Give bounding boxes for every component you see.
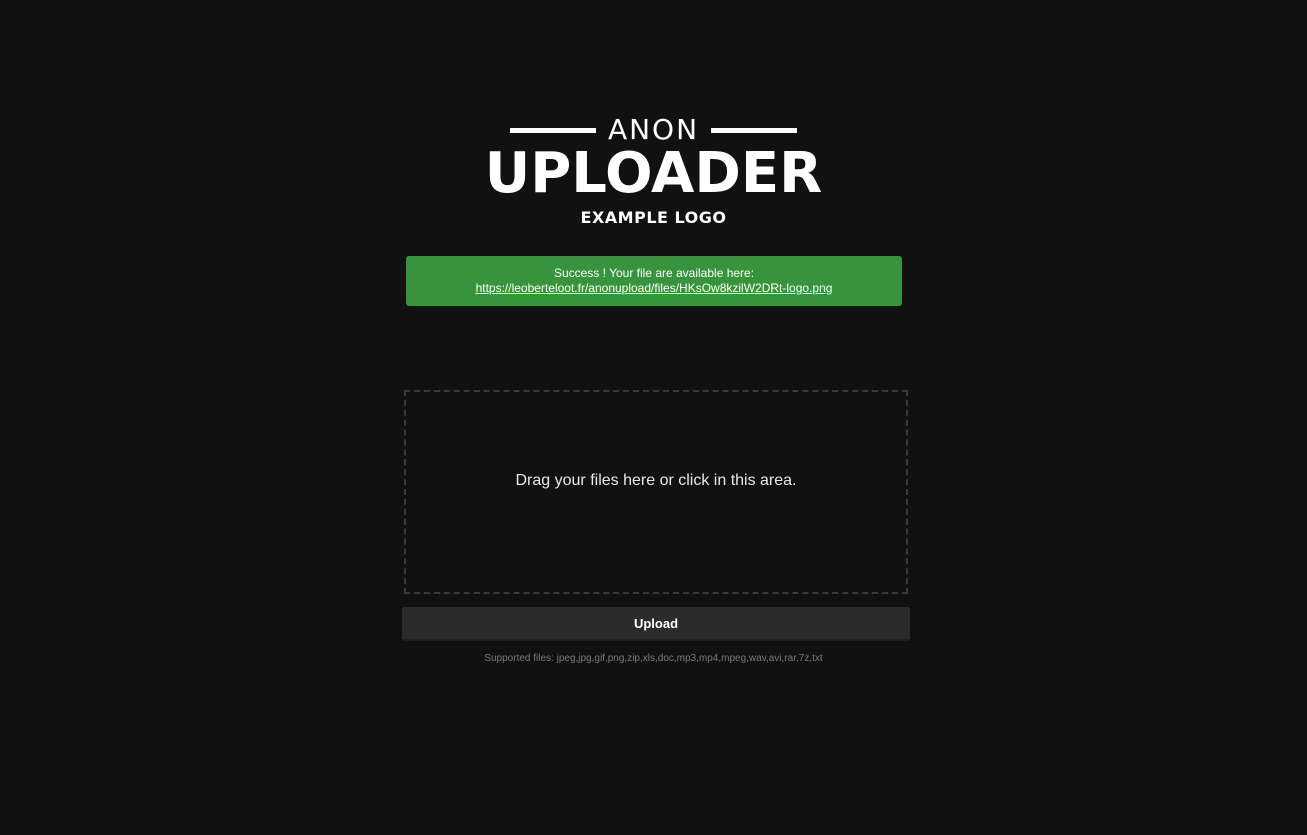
file-dropzone[interactable]: Drag your files here or click in this ar… <box>404 390 908 594</box>
site-logo: ANON UPLOADER EXAMPLE LOGO <box>0 110 1307 227</box>
upload-button[interactable]: Upload <box>402 607 910 641</box>
success-message: Success ! Your file are available here: <box>553 266 755 280</box>
supported-files-text: Supported files: jpeg,jpg,gif,png,zip,xl… <box>484 653 823 664</box>
success-alert: Success ! Your file are available here: … <box>406 256 902 306</box>
dropzone-text: Drag your files here or click in this ar… <box>515 472 797 489</box>
uploaded-file-link[interactable]: https://leoberteloot.fr/anonupload/files… <box>476 281 833 295</box>
logo-rule-right <box>711 127 798 133</box>
logo-rule-left <box>509 127 596 133</box>
logo-sub-text: EXAMPLE LOGO <box>580 208 727 227</box>
page: ANON UPLOADER EXAMPLE LOGO Success ! You… <box>0 0 1307 835</box>
logo-main-text: UPLOADER <box>484 141 823 206</box>
